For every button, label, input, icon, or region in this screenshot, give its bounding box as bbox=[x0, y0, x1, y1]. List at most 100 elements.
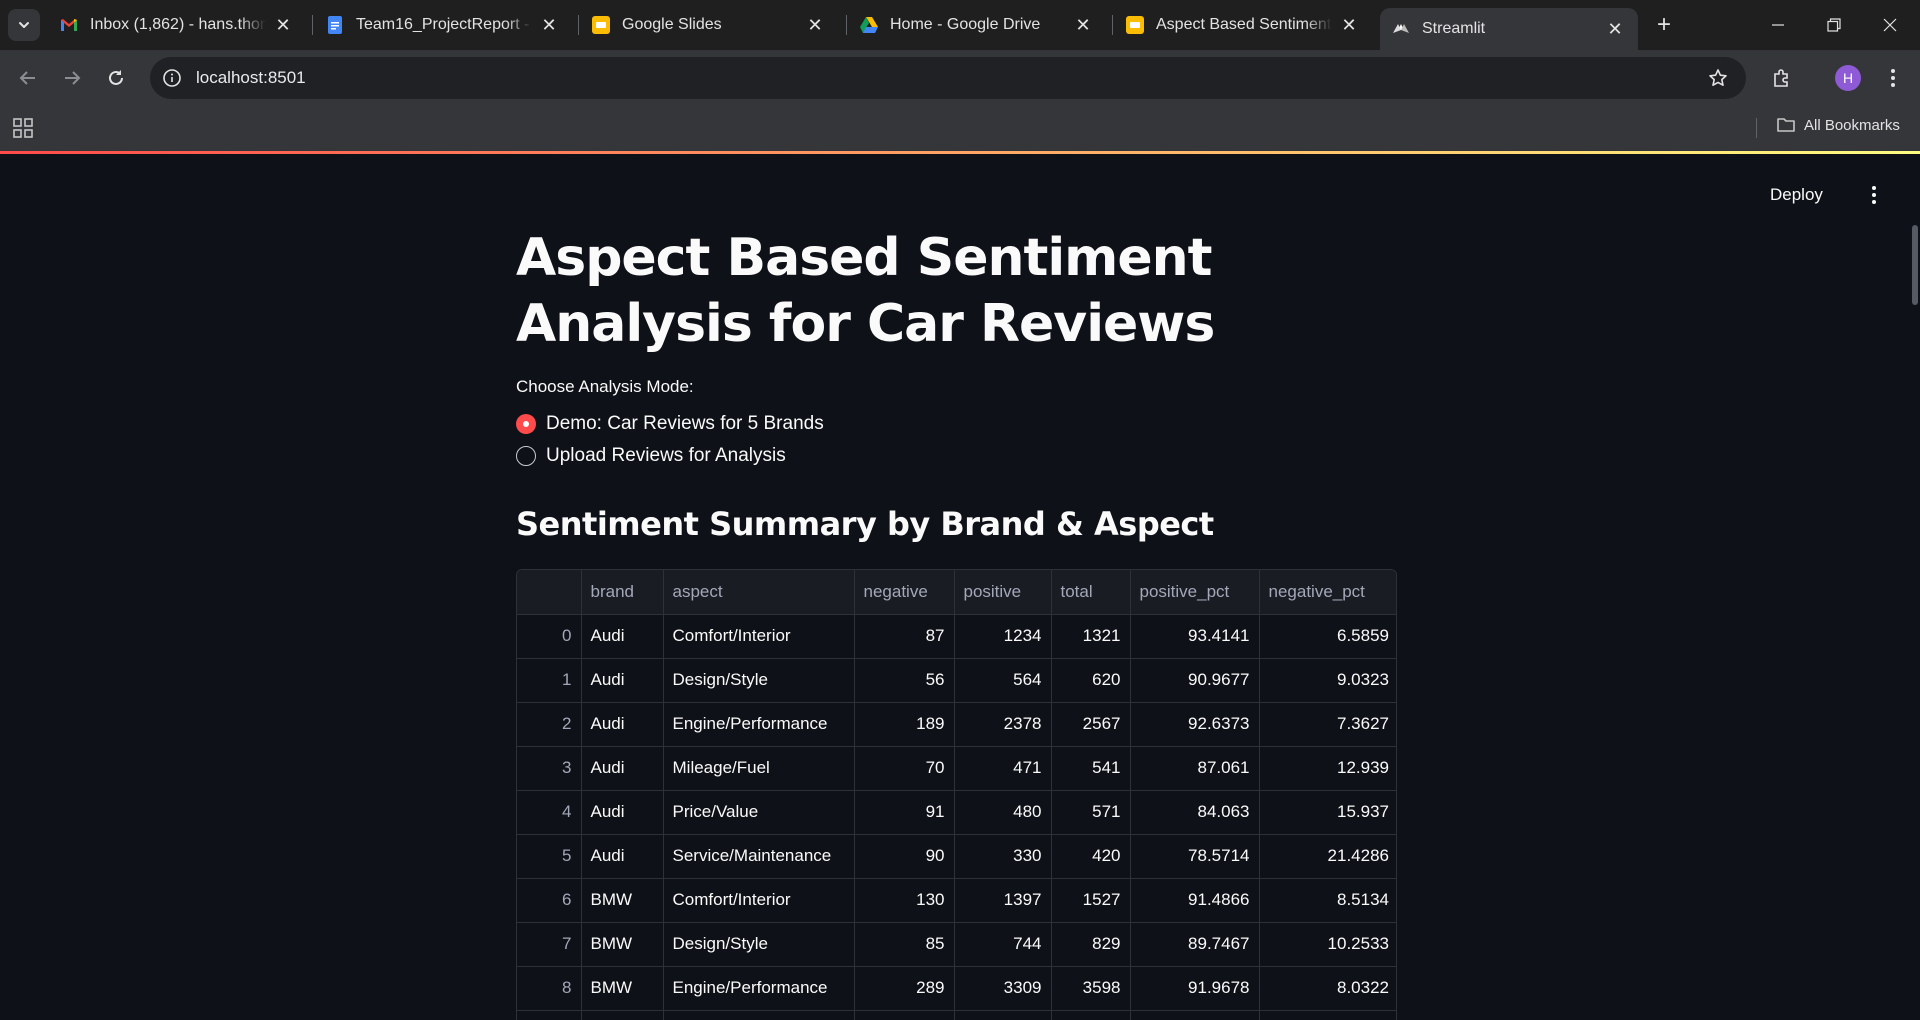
apps-grid-icon[interactable] bbox=[12, 117, 36, 141]
cell-brand[interactable]: Audi bbox=[581, 834, 664, 879]
close-icon[interactable]: ✕ bbox=[1338, 14, 1360, 36]
cell-index[interactable]: 4 bbox=[517, 790, 582, 835]
cell-negative[interactable] bbox=[854, 1010, 955, 1020]
cell-negative-pct[interactable]: 12.939 bbox=[1259, 746, 1396, 791]
column-header-positive-pct[interactable]: positive_pct bbox=[1130, 570, 1260, 615]
cell-negative-pct[interactable]: 7.3627 bbox=[1259, 702, 1396, 747]
radio-option-upload[interactable]: Upload Reviews for Analysis bbox=[516, 445, 786, 467]
cell-negative-pct[interactable] bbox=[1259, 1010, 1396, 1020]
cell-total[interactable]: 3598 bbox=[1051, 966, 1131, 1011]
cell-total[interactable]: 1527 bbox=[1051, 878, 1131, 923]
cell-negative[interactable]: 87 bbox=[854, 614, 955, 659]
table-row[interactable]: 7 BMW Design/Style 85 744 829 89.7467 10.2533 bbox=[517, 922, 1396, 967]
cell-aspect[interactable]: Engine/Performance bbox=[663, 966, 855, 1011]
cell-index[interactable]: 3 bbox=[517, 746, 582, 791]
table-row[interactable]: 2 Audi Engine/Performance 189 2378 2567 92.637… bbox=[517, 702, 1396, 747]
cell-brand[interactable]: Audi bbox=[581, 746, 664, 791]
cell-negative-pct[interactable]: 9.0323 bbox=[1259, 658, 1396, 703]
bookmark-star-icon[interactable] bbox=[1706, 66, 1730, 90]
cell-negative-pct[interactable]: 15.937 bbox=[1259, 790, 1396, 835]
radio-option-demo[interactable]: Demo: Car Reviews for 5 Brands bbox=[516, 413, 824, 435]
cell-total[interactable] bbox=[1051, 1010, 1131, 1020]
cell-index[interactable]: 6 bbox=[517, 878, 582, 923]
column-header-aspect[interactable]: aspect bbox=[663, 570, 855, 615]
cell-negative-pct[interactable]: 8.5134 bbox=[1259, 878, 1396, 923]
cell-total[interactable]: 2567 bbox=[1051, 702, 1131, 747]
cell-positive[interactable]: 480 bbox=[954, 790, 1052, 835]
cell-positive-pct[interactable]: 78.5714 bbox=[1130, 834, 1260, 879]
cell-brand[interactable] bbox=[581, 1010, 664, 1020]
cell-total[interactable]: 541 bbox=[1051, 746, 1131, 791]
cell-negative-pct[interactable]: 10.2533 bbox=[1259, 922, 1396, 967]
cell-positive-pct[interactable] bbox=[1130, 1010, 1260, 1020]
cell-positive[interactable]: 471 bbox=[954, 746, 1052, 791]
cell-negative[interactable]: 130 bbox=[854, 878, 955, 923]
cell-negative-pct[interactable]: 21.4286 bbox=[1259, 834, 1396, 879]
cell-index[interactable]: 5 bbox=[517, 834, 582, 879]
tab-search-button[interactable] bbox=[8, 9, 40, 41]
extensions-button[interactable] bbox=[1766, 62, 1798, 94]
column-header-negative-pct[interactable]: negative_pct bbox=[1259, 570, 1396, 615]
new-tab-button[interactable]: + bbox=[1650, 11, 1678, 39]
deploy-button[interactable]: Deploy bbox=[1770, 185, 1823, 205]
cell-aspect[interactable]: Comfort/Interior bbox=[663, 878, 855, 923]
tab-slides[interactable]: Google Slides ✕ bbox=[580, 8, 838, 42]
cell-index[interactable]: 1 bbox=[517, 658, 582, 703]
cell-aspect[interactable]: Comfort/Interior bbox=[663, 614, 855, 659]
cell-negative[interactable]: 91 bbox=[854, 790, 955, 835]
cell-positive[interactable]: 2378 bbox=[954, 702, 1052, 747]
dataframe[interactable]: brand aspect negative positive total pos… bbox=[516, 569, 1397, 1020]
cell-aspect[interactable]: Engine/Performance bbox=[663, 702, 855, 747]
all-bookmarks-button[interactable]: All Bookmarks bbox=[1776, 116, 1900, 134]
column-header-negative[interactable]: negative bbox=[854, 570, 955, 615]
back-button[interactable] bbox=[12, 62, 44, 94]
cell-negative[interactable]: 289 bbox=[854, 966, 955, 1011]
tab-docs[interactable]: Team16_ProjectReport - Google Docs ✕ bbox=[314, 8, 572, 42]
column-header-index[interactable] bbox=[517, 570, 582, 615]
table-row[interactable]: 1 Audi Design/Style 56 564 620 90.9677 9.0323 bbox=[517, 658, 1396, 703]
tab-slides-absa[interactable]: Aspect Based Sentiment Analysis ✕ bbox=[1114, 8, 1372, 42]
url-text[interactable]: localhost:8501 bbox=[196, 68, 306, 88]
close-icon[interactable]: ✕ bbox=[538, 14, 560, 36]
cell-brand[interactable]: Audi bbox=[581, 702, 664, 747]
close-icon[interactable]: ✕ bbox=[272, 14, 294, 36]
radio-selected-icon[interactable] bbox=[516, 414, 536, 434]
cell-index[interactable] bbox=[517, 1010, 582, 1020]
cell-aspect[interactable]: Service/Maintenance bbox=[663, 834, 855, 879]
cell-positive-pct[interactable]: 89.7467 bbox=[1130, 922, 1260, 967]
cell-positive[interactable]: 744 bbox=[954, 922, 1052, 967]
table-row[interactable]: 5 Audi Service/Maintenance 90 330 420 78.5714 2… bbox=[517, 834, 1396, 879]
cell-positive-pct[interactable]: 91.9678 bbox=[1130, 966, 1260, 1011]
cell-aspect[interactable]: Design/Style bbox=[663, 922, 855, 967]
cell-negative[interactable]: 85 bbox=[854, 922, 955, 967]
cell-aspect[interactable]: Price/Value bbox=[663, 790, 855, 835]
cell-positive-pct[interactable]: 91.4866 bbox=[1130, 878, 1260, 923]
cell-positive-pct[interactable]: 87.061 bbox=[1130, 746, 1260, 791]
cell-positive-pct[interactable]: 92.6373 bbox=[1130, 702, 1260, 747]
cell-brand[interactable]: BMW bbox=[581, 878, 664, 923]
cell-positive[interactable]: 330 bbox=[954, 834, 1052, 879]
close-icon[interactable]: ✕ bbox=[1604, 18, 1626, 40]
column-header-positive[interactable]: positive bbox=[954, 570, 1052, 615]
cell-total[interactable]: 571 bbox=[1051, 790, 1131, 835]
minimize-button[interactable] bbox=[1750, 0, 1806, 50]
cell-negative[interactable]: 56 bbox=[854, 658, 955, 703]
cell-positive-pct[interactable]: 84.063 bbox=[1130, 790, 1260, 835]
close-window-button[interactable] bbox=[1862, 0, 1918, 50]
cell-index[interactable]: 0 bbox=[517, 614, 582, 659]
page-scrollbar[interactable] bbox=[1912, 225, 1918, 305]
tab-gmail[interactable]: Inbox (1,862) - hans.thomson ✕ bbox=[48, 8, 306, 42]
table-row[interactable] bbox=[517, 1010, 1396, 1020]
cell-negative[interactable]: 189 bbox=[854, 702, 955, 747]
reload-button[interactable] bbox=[100, 62, 132, 94]
cell-positive[interactable]: 564 bbox=[954, 658, 1052, 703]
cell-index[interactable]: 2 bbox=[517, 702, 582, 747]
column-header-total[interactable]: total bbox=[1051, 570, 1131, 615]
table-row[interactable]: 3 Audi Mileage/Fuel 70 471 541 87.061 12.939 bbox=[517, 746, 1396, 791]
cell-total[interactable]: 420 bbox=[1051, 834, 1131, 879]
cell-positive-pct[interactable]: 93.4141 bbox=[1130, 614, 1260, 659]
cell-negative-pct[interactable]: 8.0322 bbox=[1259, 966, 1396, 1011]
main-menu-button[interactable] bbox=[1862, 183, 1886, 207]
cell-positive[interactable]: 1234 bbox=[954, 614, 1052, 659]
cell-negative[interactable]: 70 bbox=[854, 746, 955, 791]
